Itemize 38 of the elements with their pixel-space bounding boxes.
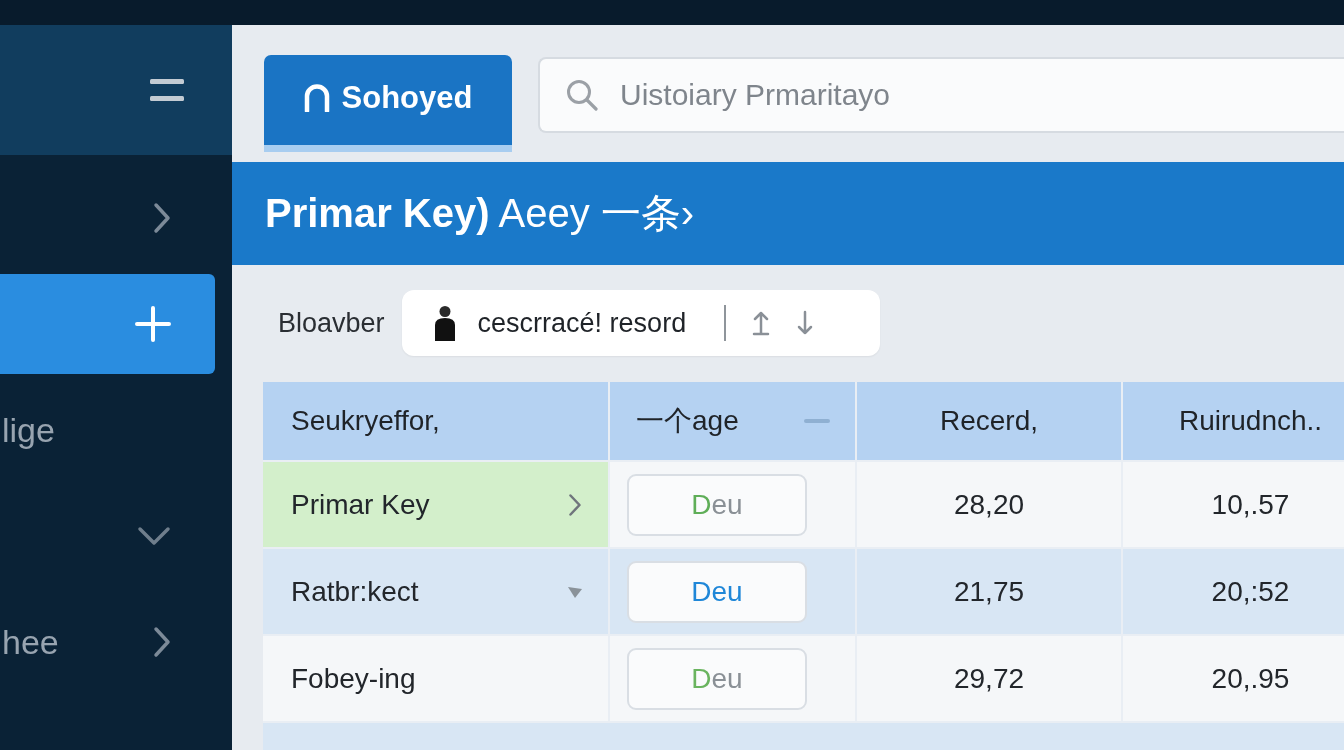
filter-field[interactable]: cescrracé! resord xyxy=(401,290,880,356)
chevron-right-icon[interactable] xyxy=(153,202,171,234)
chevron-right-icon[interactable] xyxy=(153,626,171,658)
sidebar-item[interactable]: hee xyxy=(0,592,215,692)
table-cell: 29,72 xyxy=(857,636,1121,721)
triangle-icon[interactable] xyxy=(568,585,582,598)
table-cell: 10,.57 xyxy=(1123,462,1344,547)
column-header: Seukryeffor, xyxy=(263,382,608,460)
table-cell: 20,:52 xyxy=(1123,549,1344,634)
table-cell: 20,.95 xyxy=(1123,636,1344,721)
chevron-right-icon[interactable] xyxy=(568,492,582,517)
sidebar-item[interactable]: lige xyxy=(0,380,215,480)
search-field[interactable]: Uistoiary Prmaritayo xyxy=(538,57,1344,133)
status-tag: Deu xyxy=(627,473,807,536)
search-input[interactable]: Uistoiary Prmaritayo xyxy=(620,75,1344,115)
search-icon xyxy=(566,79,598,111)
chevron-down-icon[interactable] xyxy=(137,526,171,546)
page-title: Primar Key) Aeey 一条› xyxy=(265,190,695,237)
status-tag: Deu xyxy=(627,647,807,710)
table-cell[interactable]: Primar Key xyxy=(263,462,608,547)
cell-text: Primar Key xyxy=(291,488,430,521)
person-icon xyxy=(433,305,456,341)
column-header: Recerd, xyxy=(857,382,1121,460)
arrow-up-icon[interactable] xyxy=(752,310,771,336)
column-header: Ruirudnch.. xyxy=(1123,382,1344,460)
menu-icon[interactable] xyxy=(150,79,184,101)
arch-icon xyxy=(303,84,330,112)
cell-text: Ratbr:kect xyxy=(291,575,419,608)
table-cell: 28,20 xyxy=(857,462,1121,547)
toolbar-label: Bloavber xyxy=(278,307,385,339)
arrow-down-icon[interactable] xyxy=(796,310,815,336)
header-label: 一个age xyxy=(636,404,739,438)
tab[interactable]: Sohoyed xyxy=(264,55,512,152)
table-cell[interactable]: Ratbr:kect xyxy=(263,549,608,634)
table-cell[interactable]: Fobey-ing xyxy=(263,636,608,721)
table-cell: 21,75 xyxy=(857,549,1121,634)
plus-icon[interactable] xyxy=(135,306,171,342)
status-tag: Deu xyxy=(627,560,807,623)
